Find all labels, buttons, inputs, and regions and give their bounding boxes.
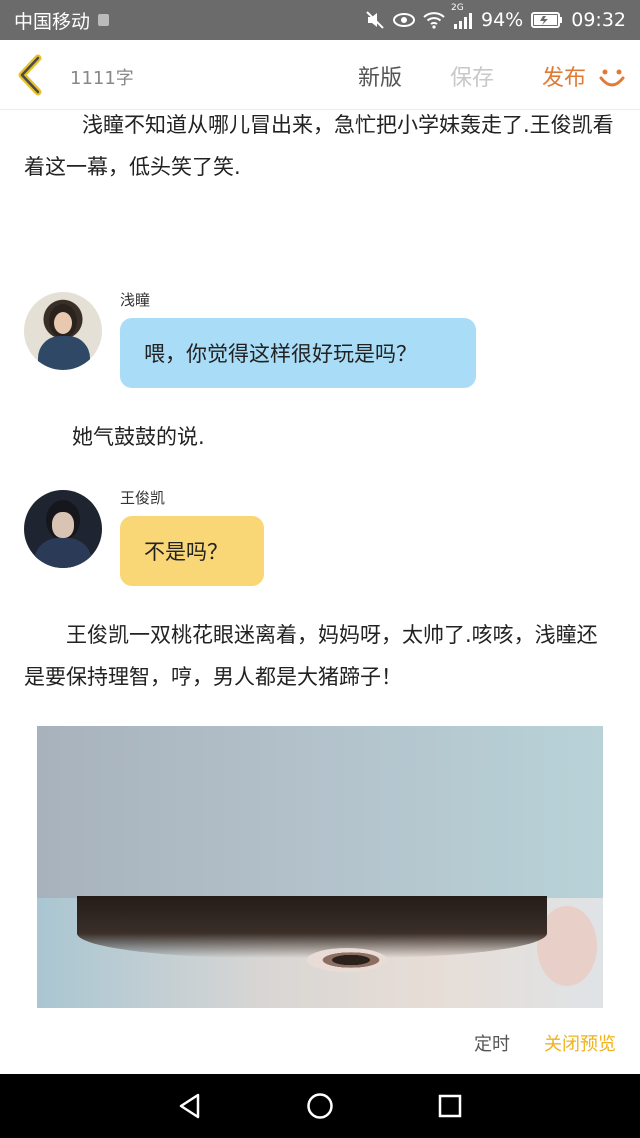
save-button[interactable]: 保存	[450, 60, 494, 92]
speaker-name: 浅瞳	[120, 291, 151, 309]
carrier-badge-icon	[98, 14, 110, 26]
clock: 09:32	[571, 9, 626, 31]
carrier-label: 中国移动	[14, 10, 91, 33]
story-paragraph: 她气鼓鼓的说.	[72, 425, 205, 449]
close-preview-button[interactable]: 关闭预览	[544, 1030, 616, 1056]
timer-button[interactable]: 定时	[474, 1030, 510, 1056]
eye-icon	[393, 12, 415, 28]
battery-icon	[531, 11, 563, 29]
story-paragraph: 王俊凯一双桃花眼迷离着，妈妈呀，太帅了.咳咳，浅瞳还是要保持理智，哼，男人都是大…	[24, 623, 598, 689]
smile-icon	[599, 69, 625, 87]
chat-bubble: 喂，你觉得这样很好玩是吗？	[120, 318, 476, 388]
home-circle-icon[interactable]	[304, 1090, 336, 1122]
story-paragraph: 浅瞳不知道从哪儿冒出来，急忙把小学妹轰走了.王俊凯看着这一幕，低头笑了笑.	[24, 113, 614, 179]
back-triangle-icon[interactable]	[174, 1090, 206, 1122]
story-image	[37, 726, 603, 1008]
speaker-name: 王俊凯	[120, 489, 166, 507]
navigation-bar	[0, 1074, 640, 1138]
editor-toolbar: 1111字 新版 保存 发布	[0, 40, 640, 110]
chat-message: 喂，你觉得这样很好玩是吗？	[144, 342, 417, 366]
status-bar: 中国移动 2G 94% 09:32	[0, 0, 640, 40]
back-button[interactable]	[12, 54, 52, 96]
word-count: 1111字	[70, 68, 134, 89]
publish-button[interactable]: 发布	[542, 60, 586, 92]
network-label: 2G	[451, 3, 464, 13]
new-version-button[interactable]: 新版	[358, 60, 402, 92]
recent-square-icon[interactable]	[434, 1090, 466, 1122]
back-chevron-icon	[18, 54, 42, 96]
mute-icon	[365, 10, 385, 30]
battery-percent: 94%	[481, 9, 524, 31]
chat-message: 不是吗？	[144, 540, 228, 564]
avatar	[24, 490, 102, 568]
signal-icon: 2G	[451, 3, 473, 29]
chat-bubble: 不是吗？	[120, 516, 264, 586]
wifi-icon	[423, 11, 445, 29]
avatar	[24, 292, 102, 370]
